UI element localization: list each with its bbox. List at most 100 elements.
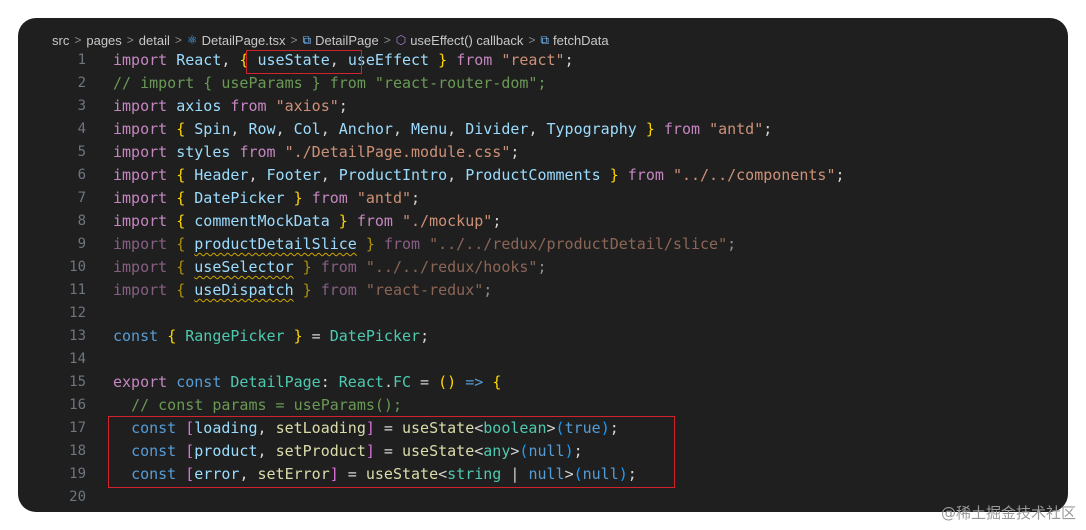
code-token: "../../components": [672, 166, 836, 184]
code-line[interactable]: 7 import { DatePicker } from "antd";: [18, 187, 1068, 210]
breadcrumb-symbol-detailpage[interactable]: DetailPage: [315, 33, 379, 48]
code-line[interactable]: 8 import { commentMockData } from "./mock…: [18, 210, 1068, 233]
code-token: const: [176, 373, 222, 391]
line-number: 2: [77, 75, 86, 91]
code-line[interactable]: 13 const { RangePicker } = DatePicker;: [18, 325, 1068, 348]
code-token: import: [113, 189, 168, 207]
breadcrumb-pages[interactable]: pages: [86, 33, 121, 48]
variable-symbol-icon: ⧉: [540, 32, 549, 47]
code-token: ,: [320, 120, 339, 138]
line-number: 19: [69, 466, 86, 482]
code-token: {: [492, 373, 502, 391]
code-line[interactable]: 14: [18, 348, 1068, 371]
breadcrumb-symbol-useeffect[interactable]: useEffect() callback: [410, 33, 523, 48]
code-token: Divider: [465, 120, 529, 138]
code-token: import: [113, 51, 168, 69]
code-token: React: [338, 373, 384, 391]
breadcrumb-file[interactable]: DetailPage.tsx: [202, 33, 286, 48]
code-line[interactable]: 12: [18, 302, 1068, 325]
line-number: 3: [77, 98, 86, 114]
code-line[interactable]: 20: [18, 486, 1068, 509]
code-token: ;: [338, 97, 348, 115]
code-token: =>: [465, 373, 484, 391]
code-line[interactable]: 2 // import { useParams } from "react-rou…: [18, 72, 1068, 95]
code-token: useDispatch: [194, 281, 294, 299]
line-number: 13: [69, 328, 86, 344]
method-cube-icon: ⬡: [395, 33, 407, 47]
code-token: ,: [528, 120, 547, 138]
code-line[interactable]: 3 import axios from "axios";: [18, 95, 1068, 118]
code-text: import styles from "./DetailPage.module.…: [113, 141, 519, 164]
line-number: 20: [69, 489, 86, 505]
code-token: from: [383, 235, 421, 253]
code-text: export const DetailPage: React.FC = () =…: [113, 371, 501, 394]
code-token: Menu: [411, 120, 448, 138]
code-line[interactable]: 16 // const params = useParams();: [18, 394, 1068, 417]
code-token: from: [456, 51, 493, 69]
code-token: ;: [564, 51, 574, 69]
code-token: {: [176, 281, 186, 299]
code-token: DatePicker: [329, 327, 421, 345]
breadcrumb-symbol-fetchdata[interactable]: fetchData: [553, 33, 609, 48]
code-token: ,: [447, 120, 466, 138]
code-token: axios: [176, 97, 222, 115]
code-token: }: [293, 327, 303, 345]
code-line[interactable]: 15 export const DetailPage: React.FC = ()…: [18, 371, 1068, 394]
code-line[interactable]: 9 import { productDetailSlice } from "../…: [18, 233, 1068, 256]
code-line[interactable]: 4 import { Spin, Row, Col, Anchor, Menu, …: [18, 118, 1068, 141]
code-line[interactable]: 5 import styles from "./DetailPage.module…: [18, 141, 1068, 164]
code-token: from: [320, 258, 357, 276]
code-line[interactable]: 10 import { useSelector } from "../../red…: [18, 256, 1068, 279]
code-token: (): [438, 373, 457, 391]
code-line[interactable]: 1 import React, { useState, useEffect } f…: [18, 49, 1068, 72]
code-token: ;: [492, 212, 502, 230]
editor-window: src > pages > detail > ⚛ DetailPage.tsx …: [18, 18, 1068, 512]
code-token: ;: [411, 189, 421, 207]
code-token: "./DetailPage.module.css": [284, 143, 511, 161]
highlight-box-state-hooks: [108, 416, 675, 488]
code-token: "antd": [709, 120, 764, 138]
code-token: :: [320, 373, 339, 391]
code-token: "./mockup": [402, 212, 493, 230]
code-token: import: [113, 281, 168, 299]
breadcrumb-detail[interactable]: detail: [139, 33, 170, 48]
code-token: import: [113, 166, 168, 184]
code-line[interactable]: 11 import { useDispatch } from "react-red…: [18, 279, 1068, 302]
code-token: DetailPage: [230, 373, 321, 391]
code-token: import: [113, 235, 168, 253]
code-token: from: [356, 212, 393, 230]
code-text: // const params = useParams();: [113, 394, 402, 417]
code-token: Footer: [266, 166, 321, 184]
code-token: }: [645, 120, 655, 138]
code-token: React: [176, 51, 222, 69]
breadcrumb-separator: >: [126, 33, 134, 47]
code-token: }: [365, 235, 375, 253]
code-token: styles: [176, 143, 231, 161]
code-line[interactable]: 6 import { Header, Footer, ProductIntro, …: [18, 164, 1068, 187]
code-token: ,: [447, 166, 466, 184]
code-token: RangePicker: [185, 327, 285, 345]
code-token: ,: [320, 166, 339, 184]
breadcrumb-src[interactable]: src: [52, 33, 69, 48]
